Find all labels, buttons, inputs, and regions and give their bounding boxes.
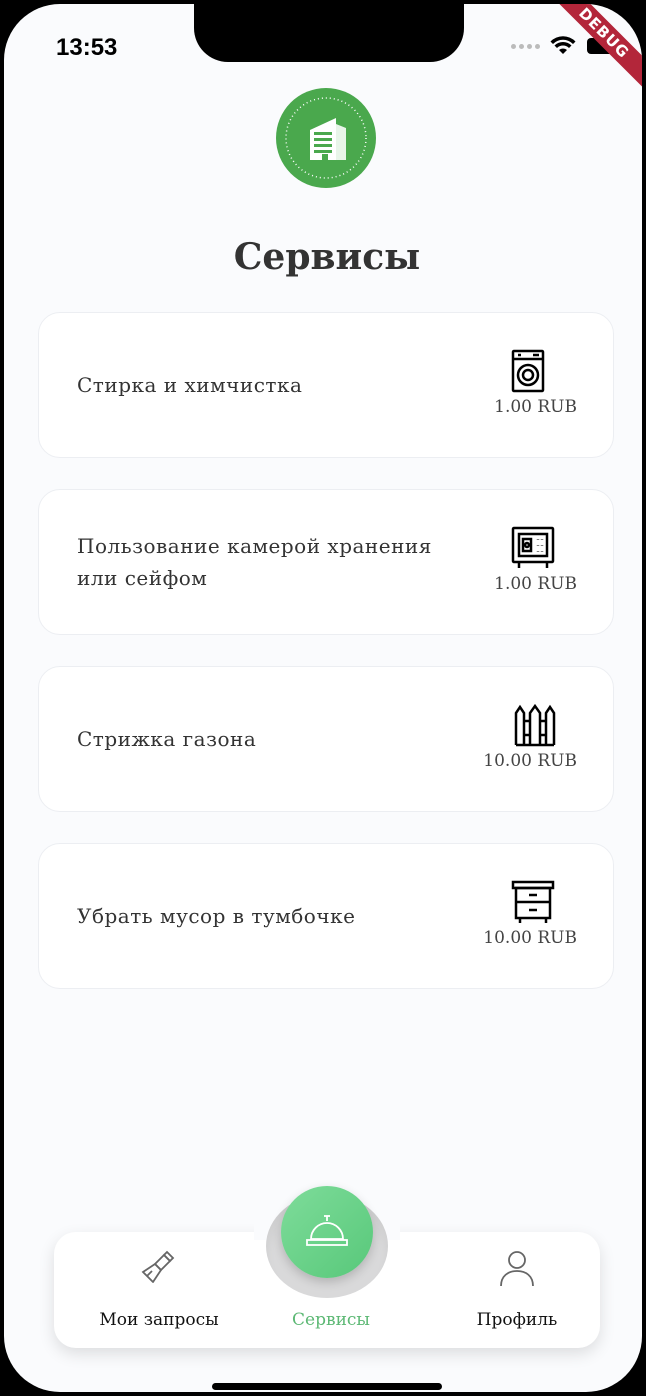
reception-bell-icon	[306, 1215, 348, 1246]
home-indicator[interactable]	[212, 1383, 442, 1390]
service-name: Стирка и химчистка	[77, 373, 303, 397]
signal-icon	[511, 43, 540, 49]
hotel-logo	[276, 88, 376, 188]
service-card[interactable]: Пользование камерой хранения или сейфом …	[38, 489, 614, 635]
service-price: 10.00 RUB	[483, 928, 577, 948]
safe-icon	[511, 526, 555, 574]
nav-label: Мои запросы	[99, 1310, 219, 1330]
broom-icon	[139, 1248, 179, 1292]
service-price: 1.00 RUB	[494, 574, 577, 594]
status-time: 13:53	[56, 34, 118, 61]
nav-label: Профиль	[476, 1310, 558, 1330]
user-icon	[497, 1248, 537, 1292]
service-name: Убрать мусор в тумбочке	[77, 904, 356, 928]
fence-icon	[513, 703, 557, 751]
service-name: Пользование камерой хранения или сейфом	[77, 534, 432, 590]
app-screen: 13:53 DEBUG Сервисы Стирка и химчистка 1…	[4, 4, 642, 1392]
service-name: Стрижка газона	[77, 727, 257, 751]
wifi-icon	[550, 36, 576, 56]
service-card[interactable]: Убрать мусор в тумбочке 10.00 RUB	[38, 843, 614, 989]
washing-machine-icon	[511, 349, 545, 397]
service-price: 1.00 RUB	[494, 397, 577, 417]
page-title: Сервисы	[233, 236, 421, 278]
service-card[interactable]: Стрижка газона 10.00 RUB	[38, 666, 614, 812]
nav-item-services-button[interactable]	[281, 1186, 373, 1278]
nightstand-icon	[511, 880, 555, 928]
service-price: 10.00 RUB	[483, 751, 577, 771]
nav-label: Сервисы	[292, 1310, 370, 1330]
service-card[interactable]: Стирка и химчистка 1.00 RUB	[38, 312, 614, 458]
device-notch	[194, 4, 464, 62]
